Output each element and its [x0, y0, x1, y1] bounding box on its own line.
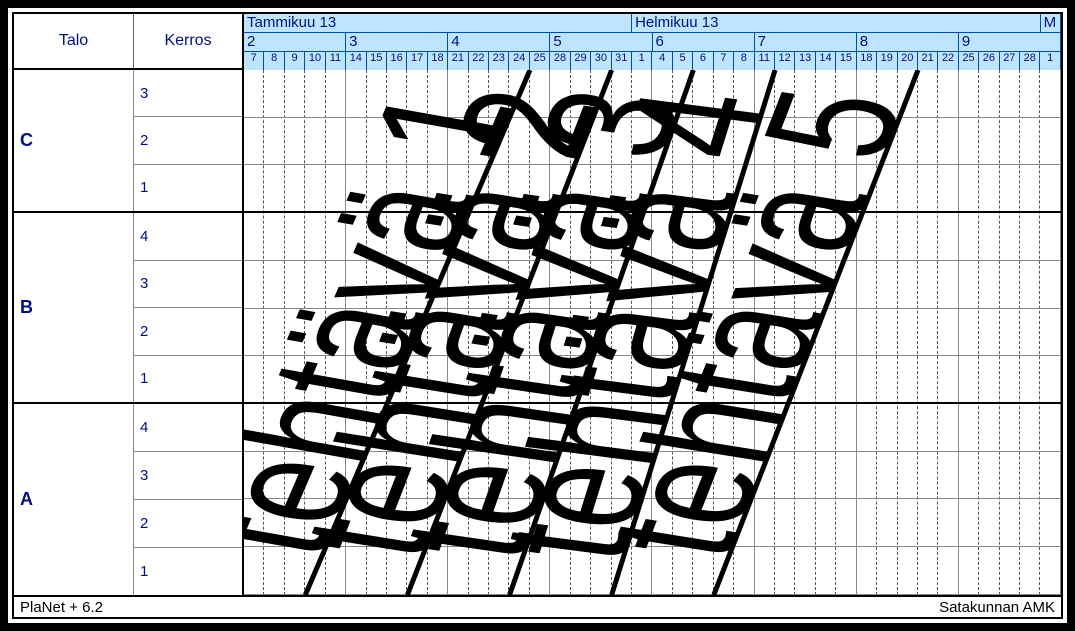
day-cell: 29 — [571, 52, 591, 70]
day-cell: 15 — [836, 52, 856, 70]
house-label: C — [14, 70, 134, 211]
week-cell: 8 — [857, 33, 959, 51]
floor-label: 1 — [134, 165, 242, 211]
day-cell: 14 — [816, 52, 836, 70]
day-cell: 22 — [469, 52, 489, 70]
day-cell: 26 — [979, 52, 999, 70]
floor-label: 2 — [134, 117, 242, 164]
month-cell: Helmikuu 13 — [632, 14, 1041, 32]
week-cell: 2 — [244, 33, 346, 51]
month-cell: Tammikuu 13 — [244, 14, 632, 32]
day-cell: 17 — [407, 52, 427, 70]
day-cell: 4 — [652, 52, 672, 70]
day-cell: 15 — [367, 52, 387, 70]
day-cell: 18 — [428, 52, 448, 70]
house-C: C321 — [14, 70, 242, 213]
day-cell: 12 — [775, 52, 795, 70]
floor-label: 4 — [134, 213, 242, 260]
week-cell: 3 — [346, 33, 448, 51]
floor-label: 1 — [134, 548, 242, 595]
week-cell: 6 — [653, 33, 755, 51]
day-cell: 31 — [612, 52, 632, 70]
day-cell: 21 — [448, 52, 468, 70]
week-cell: 4 — [448, 33, 550, 51]
day-cell: 23 — [489, 52, 509, 70]
floor-label: 2 — [134, 308, 242, 355]
floor-label: 3 — [134, 452, 242, 500]
day-cell: 8 — [734, 52, 754, 70]
day-cell: 8 — [264, 52, 284, 70]
org-label: Satakunnan AMK — [939, 599, 1055, 616]
day-cell: 7 — [244, 52, 264, 70]
day-cell: 19 — [877, 52, 897, 70]
day-cell: 11 — [755, 52, 775, 70]
day-cell: 14 — [346, 52, 366, 70]
floor-label: 2 — [134, 500, 242, 548]
timeline-header: Tammikuu 13Helmikuu 13M 23456789 7891011… — [244, 14, 1061, 70]
day-cell: 11 — [326, 52, 346, 70]
day-cell: 6 — [693, 52, 713, 70]
floor-label: 1 — [134, 356, 242, 402]
week-cell: 5 — [550, 33, 652, 51]
day-cell: 25 — [959, 52, 979, 70]
col-header-talo: Talo — [14, 14, 134, 68]
day-cell: 30 — [591, 52, 611, 70]
row-headers: C321B4321A4321 — [14, 70, 244, 595]
day-cell: 28 — [550, 52, 570, 70]
day-cell: 20 — [898, 52, 918, 70]
day-cell: 28 — [1020, 52, 1040, 70]
day-cell: 10 — [305, 52, 325, 70]
week-cell: 9 — [959, 33, 1061, 51]
day-cell: 27 — [1000, 52, 1020, 70]
day-cell: 18 — [857, 52, 877, 70]
chart-frame: Talo Kerros C321B4321A4321 Tammikuu 13He… — [12, 12, 1063, 619]
day-cell: 13 — [795, 52, 815, 70]
day-cell: 24 — [509, 52, 529, 70]
month-cell: M — [1041, 14, 1061, 32]
day-cell: 22 — [938, 52, 958, 70]
day-cell: 7 — [714, 52, 734, 70]
day-cell: 16 — [387, 52, 407, 70]
house-label: B — [14, 213, 134, 402]
house-label: A — [14, 404, 134, 595]
footer: PlaNet + 6.2 Satakunnan AMK — [14, 595, 1061, 617]
app-name: PlaNet + 6.2 — [20, 599, 103, 616]
day-cell: 25 — [530, 52, 550, 70]
day-cell: 1 — [1040, 52, 1060, 70]
day-cell: 21 — [918, 52, 938, 70]
col-header-kerros: Kerros — [134, 14, 244, 68]
day-cell: 5 — [673, 52, 693, 70]
floor-label: 3 — [134, 70, 242, 117]
chart-area: tehtävä 1tehtävä 2tehtävä 3tehtävä 4teht… — [244, 70, 1061, 595]
day-cell: 1 — [632, 52, 652, 70]
week-cell: 7 — [755, 33, 857, 51]
left-header: Talo Kerros — [14, 14, 244, 70]
floor-label: 3 — [134, 261, 242, 308]
floor-label: 4 — [134, 404, 242, 452]
house-A: A4321 — [14, 404, 242, 595]
house-B: B4321 — [14, 213, 242, 404]
day-cell: 9 — [285, 52, 305, 70]
